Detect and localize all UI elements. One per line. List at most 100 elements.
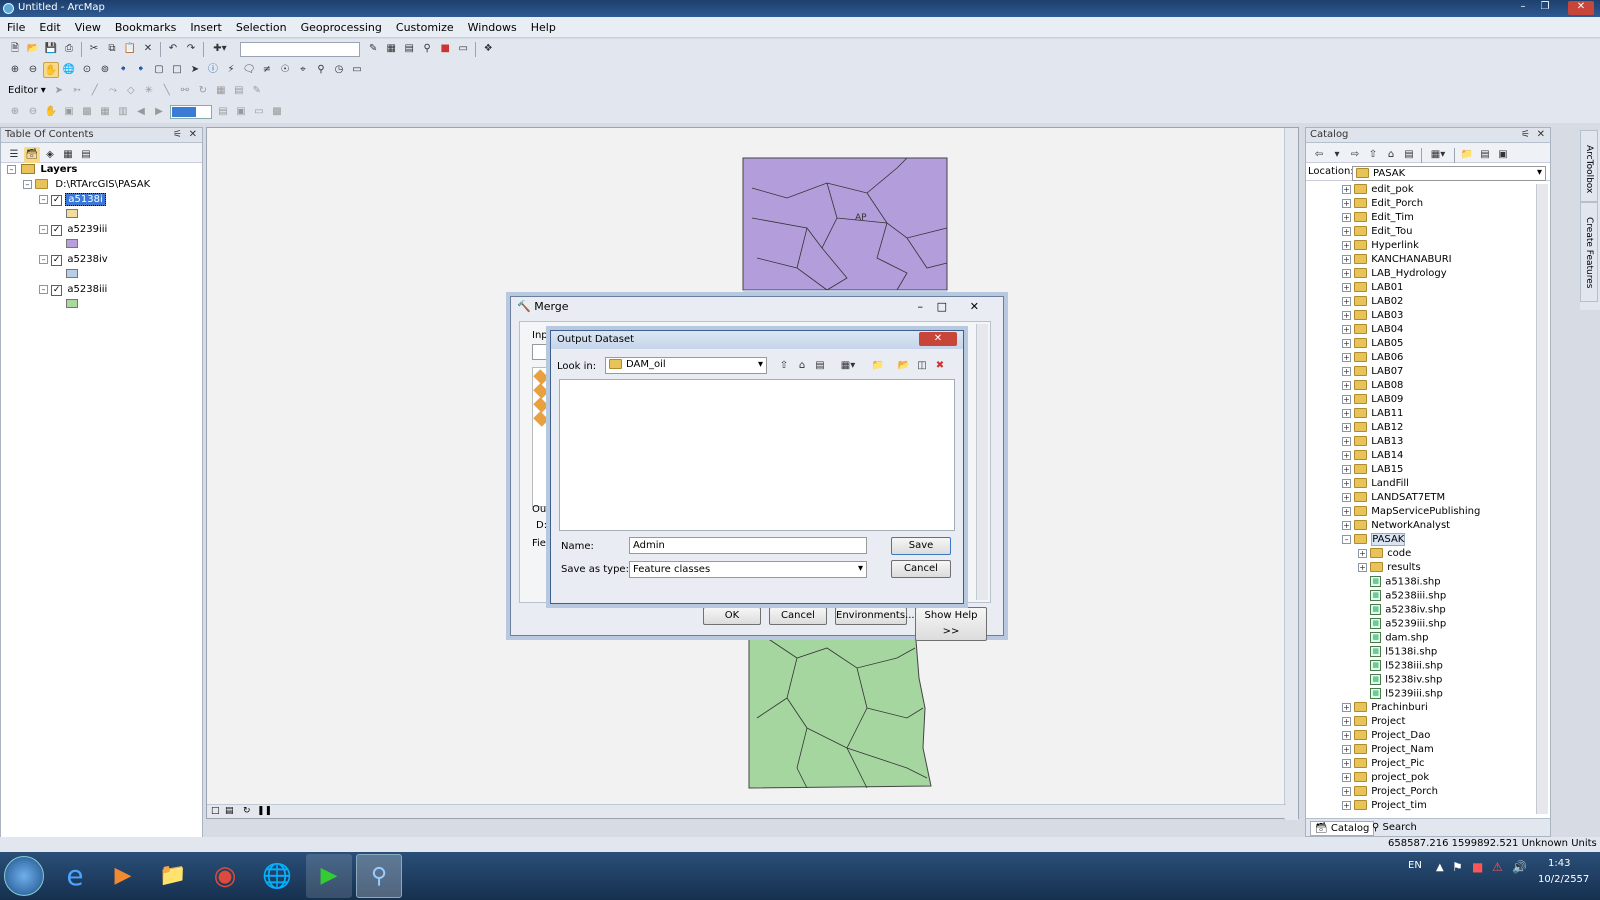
redo-icon[interactable]: ↷ <box>183 41 199 57</box>
fixed-zoom-in-icon[interactable]: ⊙ <box>79 62 95 78</box>
language-indicator[interactable]: EN <box>1408 860 1422 871</box>
location-combobox[interactable]: PASAK ▾ <box>1352 166 1546 181</box>
layer-visibility-checkbox[interactable]: ✓ <box>51 225 63 236</box>
catalog-item[interactable]: + Edit_Tou <box>1342 226 1412 240</box>
full-extent-icon[interactable]: 🌐 <box>61 62 77 78</box>
toc-layer-a5239iii[interactable]: – ✓ a5239iii <box>39 224 109 239</box>
layer-symbol-swatch[interactable] <box>66 299 78 308</box>
clock-time[interactable]: 1:43 <box>1548 858 1570 869</box>
expand-icon[interactable]: + <box>1342 311 1351 320</box>
layer-name[interactable]: a5138i <box>65 193 106 206</box>
alert-icon[interactable]: ⚠ <box>1492 860 1503 874</box>
select-features-icon[interactable]: ▢ <box>151 62 167 78</box>
start-button[interactable] <box>4 856 44 896</box>
expand-icon[interactable]: + <box>1342 479 1351 488</box>
catalog-item[interactable]: ▦ l5239iii.shp <box>1358 688 1443 702</box>
add-data-icon[interactable]: ✚▾ <box>208 41 232 57</box>
catalog-item[interactable]: ▦ l5238iv.shp <box>1358 674 1442 688</box>
expand-icon[interactable]: + <box>1342 787 1351 796</box>
collapse-icon[interactable]: – <box>23 180 32 189</box>
expand-icon[interactable]: + <box>1342 227 1351 236</box>
delete-icon[interactable]: ✖ <box>932 358 948 374</box>
forward-icon[interactable]: ⇨ <box>1347 147 1363 163</box>
hyperlink-icon[interactable]: ⚡ <box>223 62 239 78</box>
merge-minimize-button[interactable]: – <box>918 300 924 313</box>
fixed-zoom-out-icon[interactable]: ⊚ <box>97 62 113 78</box>
layout-zoom-combobox[interactable] <box>170 105 212 119</box>
tab-catalog[interactable]: 🗃 Catalog <box>1310 821 1375 836</box>
chrome-icon[interactable]: ◉ <box>202 854 248 898</box>
clock-date[interactable]: 10/2/2557 <box>1538 874 1589 885</box>
merge-scrollbar[interactable] <box>976 324 988 600</box>
expand-icon[interactable]: + <box>1342 241 1351 250</box>
catalog-item[interactable]: ▦ a5239iii.shp <box>1358 618 1446 632</box>
input-dataset-field[interactable] <box>532 344 550 360</box>
go-to-xy-icon[interactable]: ⚲ <box>313 62 329 78</box>
editor-toolbar-icon[interactable]: ✎ <box>365 41 381 57</box>
expand-icon[interactable]: + <box>1342 465 1351 474</box>
up-one-level-icon[interactable]: ⇧ <box>1365 147 1381 163</box>
layer-symbol-swatch[interactable] <box>66 209 78 218</box>
layer-symbol-swatch[interactable] <box>66 269 78 278</box>
catalog-item[interactable]: + LAB06 <box>1342 352 1403 366</box>
name-input[interactable]: Admin <box>629 537 867 554</box>
expand-icon[interactable]: + <box>1342 703 1351 712</box>
merge-ok-button[interactable]: OK <box>703 607 761 625</box>
change-layout-icon[interactable]: ▭ <box>251 104 267 120</box>
catalog-item[interactable]: + LANDSAT7ETM <box>1342 492 1445 506</box>
menu-geoprocessing[interactable]: Geoprocessing <box>294 17 389 37</box>
list-by-drawing-order-icon[interactable]: ☰ <box>6 147 22 163</box>
toc-layer-a5238iv[interactable]: – ✓ a5238iv <box>39 254 110 269</box>
expand-icon[interactable]: + <box>1342 269 1351 278</box>
globe-icon[interactable]: 🌐 <box>254 854 300 898</box>
create-features-icon[interactable]: ✎ <box>249 83 265 99</box>
data-view-icon[interactable]: □ <box>211 806 220 816</box>
toggle-draft-mode-icon[interactable]: ▤ <box>215 104 231 120</box>
arcmap-taskbar-icon[interactable]: ⚲ <box>356 854 402 898</box>
file-list[interactable] <box>559 379 955 531</box>
look-in-combobox[interactable]: DAM_oil ▾ <box>605 357 767 374</box>
menu-view[interactable]: View <box>68 17 108 37</box>
video-player-icon[interactable]: ▶ <box>306 854 352 898</box>
straight-segment-icon[interactable]: ╱ <box>87 83 103 99</box>
toc-window-icon[interactable]: ▦ <box>383 41 399 57</box>
back-icon[interactable]: ⇦ <box>1311 147 1327 163</box>
merge-close-button[interactable]: ✕ <box>970 300 979 313</box>
flag-icon[interactable]: ⚑ <box>1452 860 1463 874</box>
edit-tool-icon[interactable]: ➤ <box>51 83 67 99</box>
catalog-options-icon[interactable]: ▣ <box>1495 147 1511 163</box>
collapse-icon[interactable]: – <box>39 255 48 264</box>
trace-icon[interactable]: ⤳ <box>105 83 121 99</box>
expand-icon[interactable]: + <box>1342 493 1351 502</box>
menu-help[interactable]: Help <box>524 17 563 37</box>
cut-polygons-icon[interactable]: ╲ <box>159 83 175 99</box>
show-help-button[interactable]: Show Help >> <box>915 607 987 641</box>
menu-insert[interactable]: Insert <box>183 17 229 37</box>
layout-zoom-out-icon[interactable]: ⊖ <box>25 104 41 120</box>
catalog-item[interactable]: + Project_Dao <box>1342 730 1430 744</box>
catalog-item[interactable]: + results <box>1358 562 1421 576</box>
forward-extent-icon[interactable]: 🠺 <box>133 62 149 78</box>
layers-root[interactable]: – Layers <box>7 164 77 179</box>
time-slider-icon[interactable]: ◷ <box>331 62 347 78</box>
catalog-item[interactable]: ▦ l5238iii.shp <box>1358 660 1443 674</box>
layer-visibility-checkbox[interactable]: ✓ <box>51 255 63 266</box>
cancel-button[interactable]: Cancel <box>891 560 951 578</box>
save-icon[interactable]: 💾 <box>43 41 59 57</box>
catalog-item[interactable]: ▦ a5238iii.shp <box>1358 590 1446 604</box>
layer-name[interactable]: a5239iii <box>65 224 109 235</box>
menu-customize[interactable]: Customize <box>389 17 461 37</box>
back-page-icon[interactable]: ◀ <box>133 104 149 120</box>
expand-icon[interactable]: + <box>1342 325 1351 334</box>
merge-cancel-button[interactable]: Cancel <box>769 607 827 625</box>
menu-edit[interactable]: Edit <box>32 17 67 37</box>
home-icon[interactable]: ⌂ <box>794 358 810 374</box>
expand-icon[interactable]: + <box>1358 549 1367 558</box>
back-extent-icon[interactable]: 🠸 <box>115 62 131 78</box>
catalog-item[interactable]: + LAB03 <box>1342 310 1403 324</box>
pin-icon[interactable]: ⚟ <box>173 129 182 140</box>
select-elements-icon[interactable]: ➤ <box>187 62 203 78</box>
copy-icon[interactable]: ⧉ <box>104 41 120 57</box>
expand-icon[interactable]: + <box>1342 437 1351 446</box>
close-button[interactable]: ✕ <box>1568 1 1594 15</box>
